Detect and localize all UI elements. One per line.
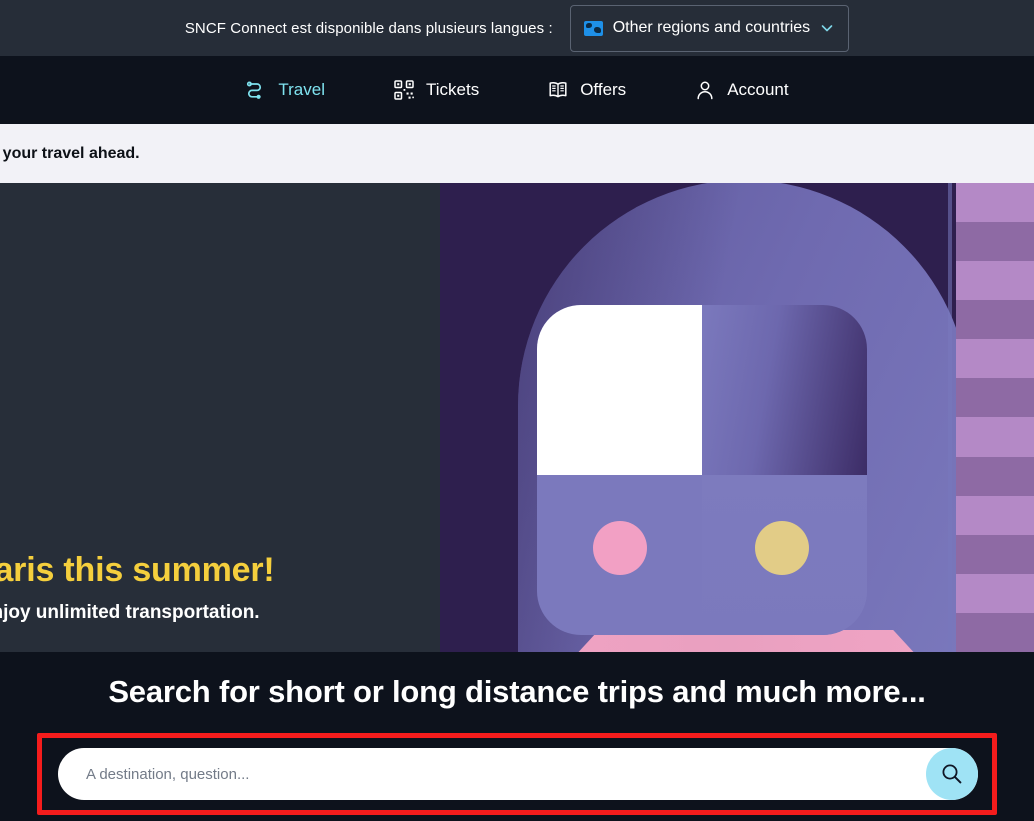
route-icon [245,79,267,101]
stripe-band [956,378,1034,418]
stripe-band [956,261,1034,301]
nav-item-travel[interactable]: Travel [245,56,325,128]
hero-copy: Paris this summer! s and enjoy unlimited… [0,183,440,652]
info-banner-text: nes: plan your travel ahead. [0,144,140,162]
chevron-down-icon [820,21,834,35]
globe-icon [583,20,603,36]
stripe-band [956,573,1034,613]
nav-item-offers[interactable]: Offers [547,56,626,124]
train-headlight-pink [593,521,647,575]
stripe-band [956,339,1034,379]
info-banner: nes: plan your travel ahead. [0,124,1034,183]
train-headlight-gold [755,521,809,575]
stripe-band [956,495,1034,535]
nav-item-travel-label: Travel [278,80,325,99]
stripe-band [956,456,1034,496]
language-select-label: Other regions and countries [612,19,811,36]
stripe-band [956,300,1034,340]
stripe-band [956,612,1034,652]
stripe-pattern [956,183,1034,652]
stripe-band [956,417,1034,457]
main-navigation: Travel Tickets Offers Account [0,56,1034,128]
search-input[interactable] [78,748,958,800]
illustration-divider [948,183,952,652]
language-topbar: SNCF Connect est disponible dans plusieu… [0,0,1034,56]
book-icon [547,79,569,101]
hero-section: Paris this summer! s and enjoy unlimited… [0,183,1034,652]
nav-item-tickets-label: Tickets [425,80,480,99]
hero-subtitle: s and enjoy unlimited transportation. [0,602,260,623]
stripe-band [956,534,1034,574]
nav-item-offers-label: Offers [580,80,627,99]
train-body [537,305,867,635]
stripe-band [956,222,1034,262]
person-icon [694,79,716,101]
nav-item-tickets[interactable]: Tickets [393,56,479,124]
search-heading: Search for short or long distance trips … [108,674,926,709]
qr-code-icon [393,79,415,101]
search-button[interactable] [926,748,978,800]
search-field-wrapper: A destination, question... [58,748,978,800]
train-window-right [702,305,867,475]
sncf-connect-page: SNCF Connect est disponible dans plusieu… [0,0,1034,821]
language-message: SNCF Connect est disponible dans plusieu… [184,19,553,37]
language-select[interactable]: Other regions and countries [569,4,850,52]
search-icon [939,761,965,787]
nav-item-account[interactable]: Account [694,56,789,124]
hero-title: Paris this summer! [0,551,275,589]
train-tunnel-illustration [440,183,1034,652]
train-window-left [537,305,702,475]
stripe-band [956,183,1034,223]
nav-item-account-label: Account [727,80,789,99]
